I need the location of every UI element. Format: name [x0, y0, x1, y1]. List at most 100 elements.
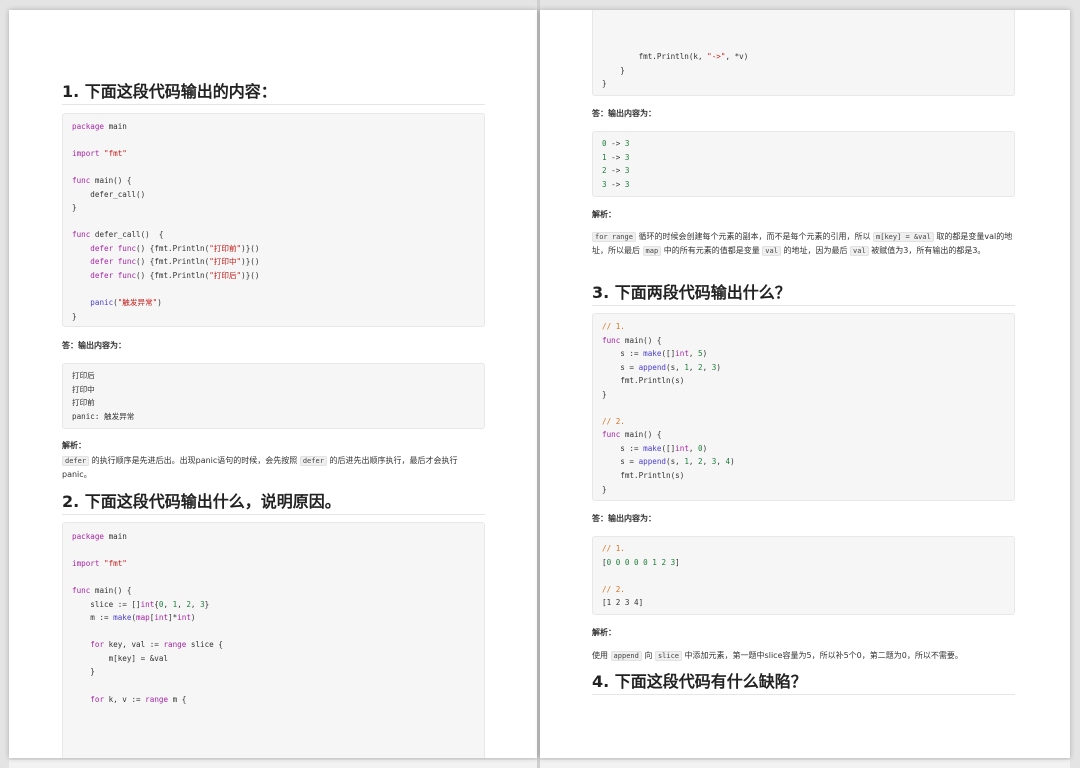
code-token: s =	[602, 362, 639, 372]
code-token: main() {	[620, 430, 662, 440]
code-token: fmt.Println(s)	[602, 471, 685, 481]
code-token: 1	[684, 457, 689, 467]
code-token: import	[72, 559, 100, 569]
code-token: 0	[158, 599, 164, 609]
analysis-text: 中的所有元素的值都是变量	[661, 246, 763, 255]
analysis-text: 向	[641, 651, 655, 660]
code-token: "打印前"	[209, 243, 242, 253]
next-page-edge-right	[540, 760, 1070, 768]
question-2-analysis: for range 循环的时候会创建每个元素的副本，而不是每个元素的引用，所以 …	[592, 230, 1015, 258]
code-token: slice := []	[72, 599, 141, 609]
next-page-edge-left	[9, 760, 537, 768]
code-token: append	[638, 457, 667, 467]
code-token: "打印后"	[209, 271, 242, 281]
code-token: (s,	[666, 457, 685, 467]
code-token: package	[72, 122, 105, 131]
code-token: package	[72, 532, 105, 541]
code-token: m {	[168, 694, 187, 704]
code-token: defer_call()	[72, 189, 146, 199]
output-number: 3	[624, 152, 630, 162]
code-token: () {fmt.Println(	[136, 243, 210, 253]
code-token: make	[643, 443, 662, 453]
code-token: fmt.Println(s)	[602, 376, 685, 386]
code-token: for	[90, 640, 105, 650]
code-token: }	[602, 389, 607, 399]
code-token: defer	[90, 271, 114, 281]
question-3-analysis-label: 解析：	[592, 628, 616, 637]
code-token: (s,	[666, 362, 685, 372]
code-token: func	[117, 243, 137, 253]
code-token: "触发异常"	[117, 298, 158, 308]
question-1-heading: 1. 下面这段代码输出的内容：	[62, 82, 485, 105]
question-1-code: package main import "fmt" func main() { …	[72, 122, 260, 321]
question-1-analysis: defer 的执行顺序是先进后出。出现panic语句的时候，会先按照 defer…	[62, 454, 485, 481]
output-number: 3	[624, 139, 630, 148]
code-token: range	[145, 694, 169, 704]
code-token: make	[643, 349, 662, 359]
code-token: func	[72, 176, 91, 186]
output-arrow: ->	[606, 166, 625, 176]
code-token: )	[702, 443, 708, 453]
code-token: ([]	[661, 443, 676, 453]
code-token: 1	[684, 362, 689, 372]
code-token: }	[602, 65, 625, 75]
question-1-analysis-label: 解析：	[62, 441, 86, 450]
code-token: func	[117, 271, 137, 281]
code-token: ([]	[661, 349, 676, 359]
inline-code: for range	[592, 232, 636, 242]
code-token: main() {	[90, 176, 132, 186]
question-2-answer-label: 答：输出内容为：	[592, 109, 656, 118]
output-arrow: ->	[606, 139, 625, 148]
code-token: import	[72, 149, 100, 159]
output-number: 0 0 0 0 0 1 2 3	[606, 557, 676, 567]
analysis-text: 使用	[592, 651, 611, 660]
code-token: }	[602, 484, 607, 494]
code-token: func	[72, 230, 91, 240]
question-2-code-continued: fmt.Println(k, "->", *v) } }	[592, 10, 1015, 96]
code-token: func	[602, 335, 621, 345]
code-token: )}()	[241, 243, 260, 253]
left-page: 1. 下面这段代码输出的内容： package main import "fmt…	[9, 10, 537, 758]
code-token: 3	[711, 457, 717, 467]
code-token: defer_call() {	[90, 230, 164, 240]
question-3-analysis: 使用 append 向 slice 中添加元素，第一题中slice容量为5，所以…	[592, 649, 1015, 663]
code-token: func	[72, 586, 91, 596]
question-1-answer-label: 答：输出内容为：	[62, 341, 126, 350]
code-token: int	[675, 349, 689, 359]
code-token: main() {	[620, 335, 662, 345]
code-token: () {fmt.Println(	[136, 257, 210, 267]
code-token: fmt.Println(k,	[602, 52, 708, 61]
question-2-code-block: package main import "fmt" func main() { …	[62, 522, 485, 758]
output-number: 3	[624, 179, 630, 189]
code-token: make	[113, 613, 132, 623]
code-token: "fmt"	[104, 559, 127, 569]
code-token: "fmt"	[104, 149, 127, 159]
output-line: [1 2 3 4]	[602, 598, 644, 608]
output-number: 3	[624, 166, 630, 176]
analysis-text: 被赋值为3，所有输出的都是3。	[868, 246, 986, 255]
output-arrow: ->	[606, 152, 625, 162]
question-3-code-block: // 1. func main() { s := make([]int, 5) …	[592, 313, 1015, 501]
output-arrow: ->	[606, 179, 625, 189]
question-3-output: // 1. [0 0 0 0 0 1 2 3] // 2. [1 2 3 4]	[602, 542, 1008, 610]
code-token: main() {	[90, 586, 132, 596]
analysis-text: 的执行顺序是先进后出。出现panic语句的时候，会先按照	[89, 456, 300, 465]
code-token: s :=	[602, 443, 644, 453]
code-comment: // 2.	[602, 584, 625, 594]
code-token: }	[72, 311, 77, 321]
inline-code: slice	[654, 651, 683, 661]
code-comment: // 2.	[602, 416, 625, 426]
code-token: map	[136, 613, 150, 623]
code-token: )}()	[241, 271, 260, 281]
question-1-code-block: package main import "fmt" func main() { …	[62, 113, 485, 327]
code-token: int	[177, 613, 191, 623]
code-token: m[key] = &val	[72, 653, 169, 663]
output-line: 打印中	[72, 384, 95, 394]
code-token: )	[190, 613, 196, 623]
question-3-code: // 1. func main() { s := make([]int, 5) …	[602, 322, 735, 494]
inline-code: map	[642, 246, 662, 256]
output-line: 打印后	[72, 371, 95, 380]
code-token: )}()	[241, 257, 260, 267]
question-4-heading: 4. 下面这段代码有什么缺陷？	[592, 672, 1015, 695]
